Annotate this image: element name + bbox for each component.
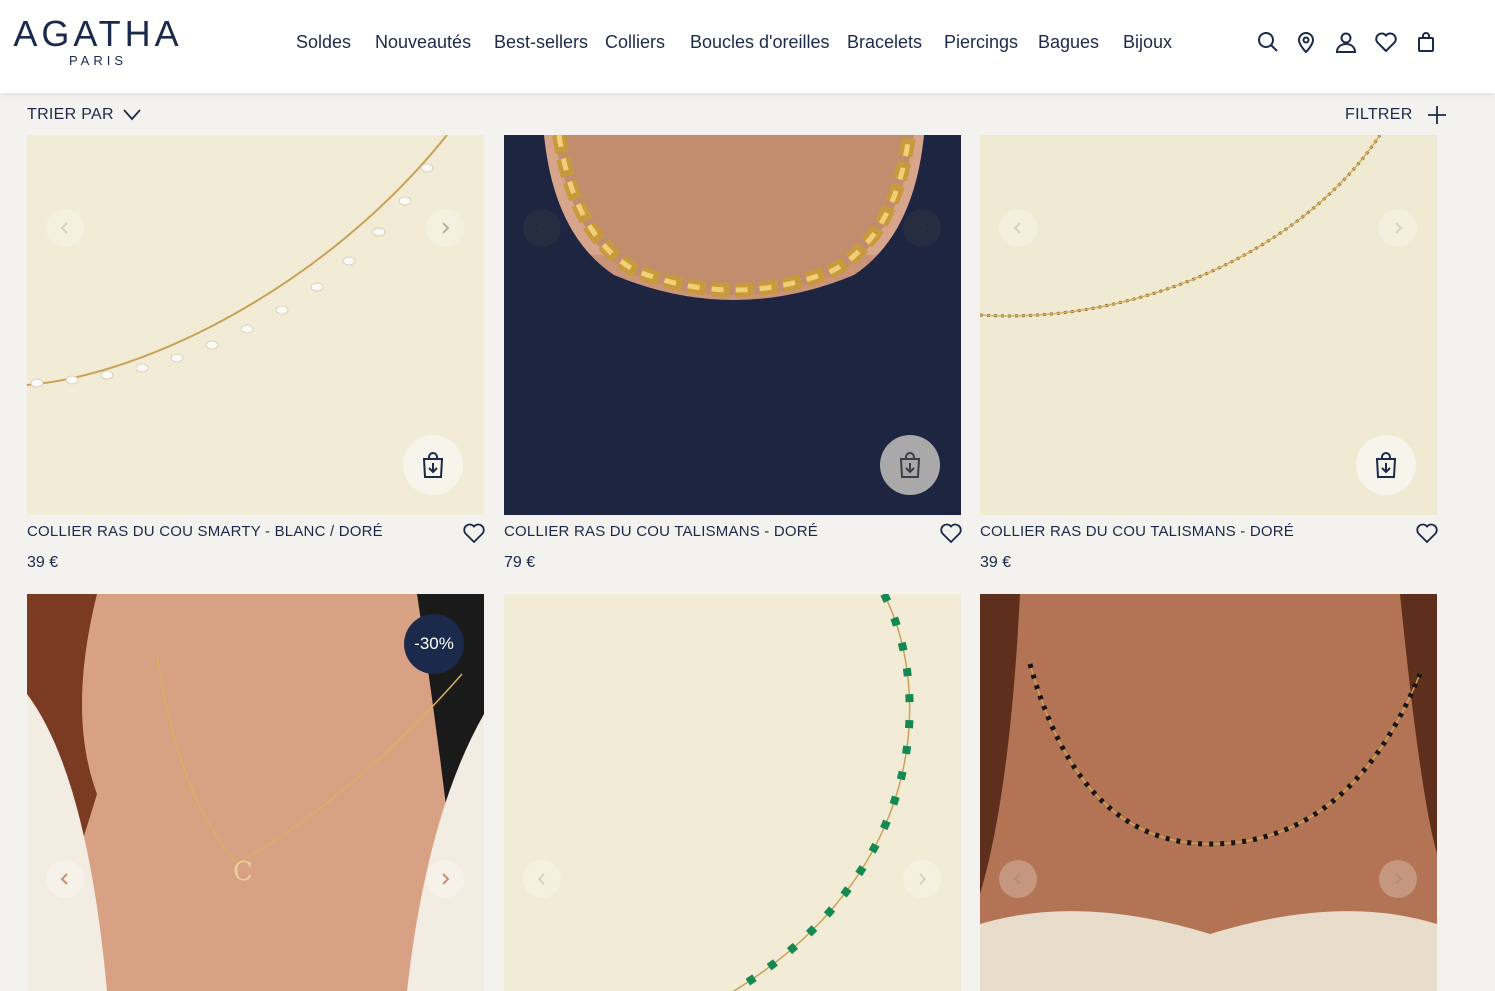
carousel-next-button[interactable] <box>1379 860 1417 898</box>
cart-icon[interactable] <box>1414 30 1438 54</box>
filter-label: FILTRER <box>1345 106 1413 123</box>
discount-badge: -30% <box>404 614 464 674</box>
nav-item-best-sellers[interactable]: Best-sellers <box>494 32 588 53</box>
nav-item-piercings[interactable]: Piercings <box>944 32 1018 53</box>
carousel-next-button[interactable] <box>426 860 464 898</box>
carousel-prev-button[interactable] <box>46 209 84 247</box>
shopping-bag-icon <box>899 452 921 478</box>
product-card[interactable] <box>504 594 961 991</box>
filter-button[interactable]: FILTRER <box>1345 104 1447 126</box>
carousel-next-button[interactable] <box>903 860 941 898</box>
product-card[interactable]: C -30% <box>27 594 484 991</box>
sort-dropdown[interactable]: TRIER PAR <box>27 104 142 126</box>
carousel-prev-button[interactable] <box>46 860 84 898</box>
carousel-prev-button[interactable] <box>523 860 561 898</box>
product-image[interactable] <box>980 594 1437 991</box>
account-icon[interactable] <box>1334 30 1358 54</box>
svg-text:C: C <box>233 857 253 887</box>
product-image[interactable] <box>27 135 484 515</box>
product-card[interactable]: COLLIER RAS DU COU TALISMANS - DORÉ 79 € <box>504 135 962 571</box>
site-header: AGATHA PARIS Soldes Nouveautés Best-sell… <box>0 0 1495 93</box>
sort-label: TRIER PAR <box>27 106 114 123</box>
carousel-prev-button[interactable] <box>999 209 1037 247</box>
shopping-bag-icon <box>422 452 444 478</box>
store-locator-icon[interactable] <box>1294 30 1318 54</box>
wishlist-heart-icon[interactable] <box>1415 522 1439 544</box>
carousel-prev-button[interactable] <box>523 209 561 247</box>
carousel-next-button[interactable] <box>1379 209 1417 247</box>
product-price: 79 € <box>504 554 536 571</box>
add-to-cart-button[interactable] <box>880 435 940 495</box>
nav-item-soldes[interactable]: Soldes <box>296 32 351 53</box>
plus-icon <box>1427 106 1446 124</box>
product-title[interactable]: COLLIER RAS DU COU SMARTY - BLANC / DORÉ <box>27 523 383 540</box>
product-card[interactable]: COLLIER RAS DU COU SMARTY - BLANC / DORÉ… <box>27 135 485 571</box>
nav-item-boucles-oreilles[interactable]: Boucles d'oreilles <box>690 32 830 53</box>
add-to-cart-button[interactable] <box>403 435 463 495</box>
wishlist-icon[interactable] <box>1374 30 1398 54</box>
wishlist-heart-icon[interactable] <box>462 522 486 544</box>
product-photo-black-beaded-choker <box>980 594 1437 991</box>
brand-subtitle: PARIS <box>68 53 128 68</box>
product-image[interactable] <box>504 135 961 515</box>
nav-item-colliers[interactable]: Colliers <box>605 32 665 53</box>
nav-item-nouveautes[interactable]: Nouveautés <box>375 32 471 53</box>
product-price: 39 € <box>980 554 1012 571</box>
carousel-next-button[interactable] <box>903 209 941 247</box>
product-card[interactable]: COLLIER RAS DU COU TALISMANS - DORÉ 39 € <box>980 135 1438 571</box>
product-image[interactable] <box>504 594 961 991</box>
product-image[interactable] <box>980 135 1437 515</box>
nav-item-bracelets[interactable]: Bracelets <box>847 32 922 53</box>
carousel-prev-button[interactable] <box>999 860 1037 898</box>
product-title[interactable]: COLLIER RAS DU COU TALISMANS - DORÉ <box>980 523 1294 540</box>
brand-logo[interactable]: AGATHA PARIS <box>12 16 184 68</box>
brand-name: AGATHA <box>13 13 183 54</box>
carousel-next-button[interactable] <box>426 209 464 247</box>
search-icon[interactable] <box>1256 30 1280 54</box>
product-card[interactable] <box>980 594 1437 991</box>
product-photo-green-beaded-chain <box>504 594 961 991</box>
nav-item-bagues[interactable]: Bagues <box>1038 32 1099 53</box>
product-title[interactable]: COLLIER RAS DU COU TALISMANS - DORÉ <box>504 523 818 540</box>
chevron-down-icon <box>123 109 141 121</box>
product-image[interactable]: C -30% <box>27 594 484 991</box>
shopping-bag-icon <box>1375 452 1397 478</box>
product-price: 39 € <box>27 554 59 571</box>
nav-item-bijoux[interactable]: Bijoux <box>1123 32 1172 53</box>
add-to-cart-button[interactable] <box>1356 435 1416 495</box>
wishlist-heart-icon[interactable] <box>939 522 963 544</box>
